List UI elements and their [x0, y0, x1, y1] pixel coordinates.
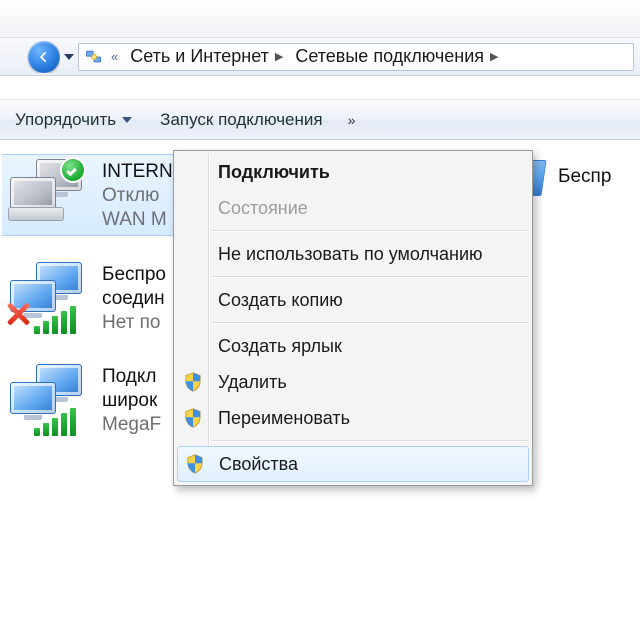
breadcrumb-seg-connections[interactable]: Сетевые подключения ▶ — [289, 44, 504, 70]
chevron-down-icon — [122, 117, 132, 123]
breadcrumb-overflow-icon[interactable]: « — [105, 49, 124, 64]
toolbar-start-connection-button[interactable]: Запуск подключения — [149, 105, 333, 135]
breadcrumb-seg-network[interactable]: Сеть и Интернет ▶ — [124, 44, 289, 70]
ctx-status: Состояние — [176, 190, 530, 226]
overflow-glyph: » — [348, 112, 356, 128]
location-icon — [83, 47, 105, 67]
shield-icon — [184, 372, 202, 392]
window-titlebar — [0, 0, 640, 38]
ctx-label: Создать ярлык — [218, 336, 342, 357]
ctx-label: Состояние — [218, 198, 308, 219]
connection-title-line2: соедин — [102, 288, 166, 310]
shield-icon — [186, 454, 204, 474]
breadcrumb-label: Сеть и Интернет — [130, 46, 269, 67]
nav-back-button[interactable] — [28, 41, 60, 73]
menu-separator — [212, 322, 528, 324]
ctx-rename[interactable]: Переименовать — [176, 400, 530, 436]
connection-title: Беспро — [102, 264, 166, 286]
ctx-properties[interactable]: Свойства — [177, 446, 529, 482]
content-area: Беспр INTERNET Отклю WAN M — [0, 140, 640, 640]
menu-separator — [212, 440, 528, 442]
status-ok-icon — [62, 159, 84, 181]
signal-bars-icon — [34, 408, 76, 436]
shield-icon — [184, 408, 202, 428]
context-menu: Подключить Состояние Не использовать по … — [173, 150, 533, 486]
modem-icon — [8, 207, 64, 221]
connection-status-line: Нет по — [102, 312, 166, 334]
toolbar-overflow-button[interactable]: » — [340, 112, 364, 128]
connection-icon — [4, 159, 92, 229]
toolbar: Упорядочить Запуск подключения » — [0, 100, 640, 140]
chevron-down-icon — [64, 54, 74, 60]
ctx-label: Удалить — [218, 372, 287, 393]
spacer — [0, 76, 640, 100]
ctx-label: Не использовать по умолчанию — [218, 244, 483, 265]
status-error-icon — [4, 300, 32, 328]
nav-history-dropdown[interactable] — [64, 54, 74, 60]
connection-device-line: MegaF — [102, 414, 161, 436]
signal-bars-icon — [34, 306, 76, 334]
navigation-bar: « Сеть и Интернет ▶ Сетевые подключения … — [0, 38, 640, 76]
connection-icon — [4, 262, 92, 332]
toolbar-label: Упорядочить — [15, 110, 116, 130]
nav-back-area — [0, 41, 60, 73]
connection-title: Беспр — [558, 166, 611, 188]
ctx-label: Свойства — [219, 454, 298, 475]
chevron-right-icon: ▶ — [490, 50, 498, 63]
breadcrumb-label: Сетевые подключения — [295, 46, 484, 67]
chevron-right-icon: ▶ — [275, 50, 283, 63]
breadcrumb[interactable]: « Сеть и Интернет ▶ Сетевые подключения … — [78, 43, 634, 71]
toolbar-organize-button[interactable]: Упорядочить — [4, 105, 143, 135]
ctx-label: Переименовать — [218, 408, 350, 429]
connection-title: Подкл — [102, 366, 161, 388]
ctx-delete[interactable]: Удалить — [176, 364, 530, 400]
connection-title-line2: широк — [102, 390, 161, 412]
toolbar-label: Запуск подключения — [160, 110, 322, 130]
ctx-label: Создать копию — [218, 290, 343, 311]
ctx-no-default[interactable]: Не использовать по умолчанию — [176, 236, 530, 272]
ctx-shortcut[interactable]: Создать ярлык — [176, 328, 530, 364]
ctx-label: Подключить — [218, 162, 330, 183]
ctx-copy[interactable]: Создать копию — [176, 282, 530, 318]
connection-icon — [4, 364, 92, 434]
menu-separator — [212, 230, 528, 232]
menu-separator — [212, 276, 528, 278]
ctx-connect[interactable]: Подключить — [176, 154, 530, 190]
arrow-left-icon — [37, 50, 51, 64]
